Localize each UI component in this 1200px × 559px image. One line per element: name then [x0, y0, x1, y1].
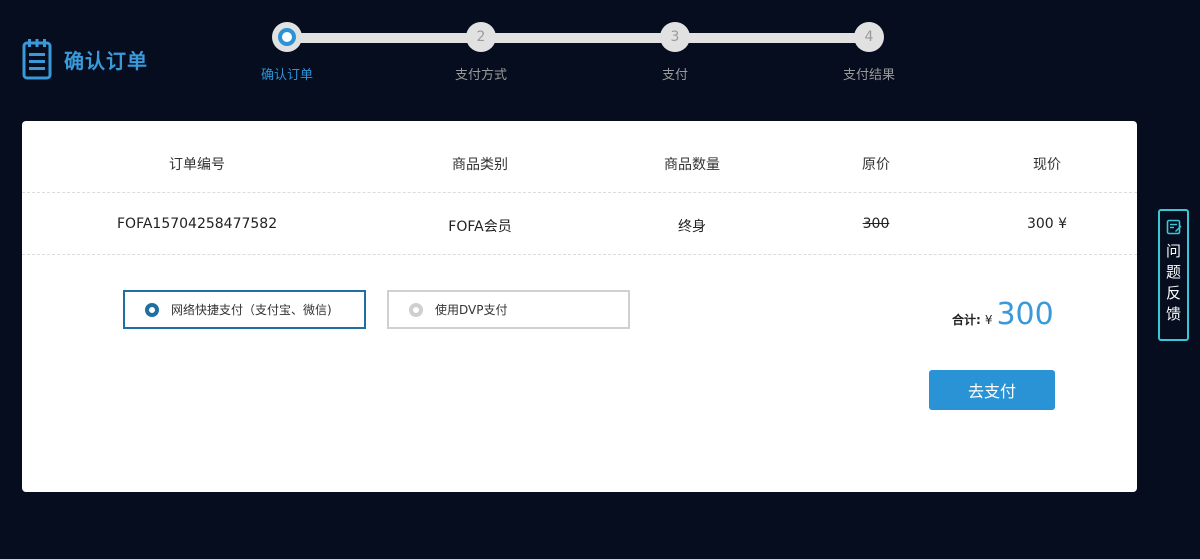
order-number: FOFA15704258477582 — [117, 216, 278, 232]
step-label: 支付方式 — [454, 68, 507, 83]
progress-steps: 确认订单 2 支付方式 3 支付 4 支付结果 — [240, 22, 940, 92]
col-current-price: 现价 — [1033, 157, 1061, 173]
current-price: 300 ¥ — [1026, 216, 1068, 232]
payment-option-quickpay[interactable]: 网络快捷支付（支付宝、微信) — [123, 290, 366, 329]
table-header: 订单编号 商品类别 商品数量 原价 现价 — [22, 121, 1137, 193]
table-row: FOFA15704258477582 FOFA会员 终身 300 300 ¥ — [22, 193, 1137, 255]
col-order-no: 订单编号 — [169, 157, 225, 173]
payment-option-label: 网络快捷支付（支付宝、微信) — [171, 303, 332, 317]
step-number: 4 — [854, 22, 884, 52]
col-original-price: 原价 — [862, 157, 890, 173]
product-category: FOFA会员 — [448, 219, 512, 235]
step-number: 2 — [466, 22, 496, 52]
feedback-label: 问题反馈 — [1165, 242, 1181, 323]
radio-selected-icon[interactable] — [145, 302, 159, 317]
payment-option-dvp[interactable]: 使用DVP支付 — [387, 290, 630, 329]
total-amount: 300 — [996, 297, 1054, 332]
edit-note-icon — [1166, 219, 1181, 235]
step-payment-method: 2 支付方式 — [431, 22, 531, 83]
step-label: 支付结果 — [842, 68, 895, 83]
radio-unselected-icon[interactable] — [409, 302, 423, 317]
order-card: 订单编号 商品类别 商品数量 原价 现价 FOFA15704258477582 … — [22, 121, 1137, 492]
feedback-tab[interactable]: 问题反馈 — [1158, 209, 1189, 341]
payment-option-label: 使用DVP支付 — [435, 303, 508, 317]
col-quantity: 商品数量 — [664, 157, 720, 173]
original-price: 300 — [862, 216, 890, 232]
clipboard-list-icon — [22, 39, 52, 80]
col-category: 商品类别 — [452, 157, 508, 173]
steps-track — [286, 33, 868, 43]
order-total: 合计: ¥ 300 — [952, 297, 1054, 332]
step-payment-result: 4 支付结果 — [819, 22, 919, 83]
step-confirm-order: 确认订单 — [237, 22, 337, 83]
go-pay-button[interactable]: 去支付 — [929, 370, 1055, 410]
step-payment: 3 支付 — [625, 22, 725, 83]
page-header: 确认订单 — [22, 38, 148, 80]
step-label: 确认订单 — [260, 68, 313, 83]
step-label: 支付 — [661, 68, 688, 83]
total-label: 合计: — [952, 313, 981, 327]
step-active-indicator — [272, 22, 302, 52]
total-currency: ¥ — [984, 313, 993, 327]
product-quantity: 终身 — [678, 219, 706, 235]
page-title: 确认订单 — [64, 48, 148, 73]
step-number: 3 — [660, 22, 690, 52]
